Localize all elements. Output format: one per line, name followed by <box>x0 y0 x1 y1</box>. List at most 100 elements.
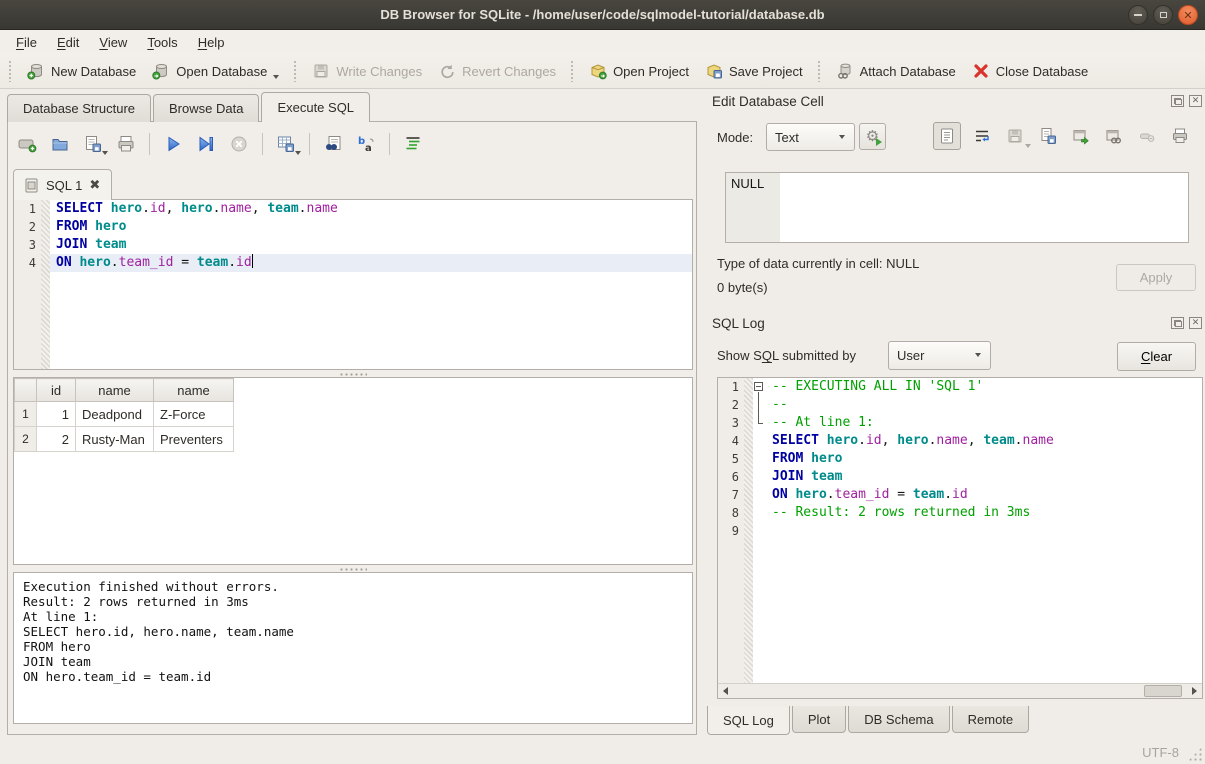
execute-line-button[interactable] <box>195 133 217 155</box>
maximize-icon[interactable] <box>1153 5 1173 25</box>
scroll-left-icon[interactable] <box>718 684 733 698</box>
print-sql-button[interactable] <box>115 133 137 155</box>
cell-team-name[interactable]: Preventers <box>154 427 234 452</box>
save-project-icon <box>705 62 723 80</box>
log-filter-select[interactable]: User <box>888 341 991 370</box>
results-column-header[interactable]: name <box>154 379 234 402</box>
toolbar-separator <box>149 133 150 155</box>
dock-tab-bar: SQL Log Plot DB Schema Remote <box>707 706 1031 735</box>
close-panel-icon[interactable]: ✕ <box>1189 317 1202 329</box>
new-sql-tab-button[interactable] <box>16 133 38 155</box>
replace-button[interactable]: ba <box>355 133 377 155</box>
scroll-right-icon[interactable] <box>1187 684 1202 698</box>
clear-log-button[interactable]: Clear <box>1117 342 1196 371</box>
open-database-button[interactable]: Open Database <box>144 57 287 85</box>
tab-execute-sql[interactable]: Execute SQL <box>261 92 370 122</box>
window-title: DB Browser for SQLite - /home/user/code/… <box>380 7 824 22</box>
close-database-icon <box>972 62 990 80</box>
link-cell-button[interactable] <box>1102 124 1126 148</box>
execute-all-button[interactable] <box>162 133 184 155</box>
tab-browse-data[interactable]: Browse Data <box>153 94 259 122</box>
tab-remote[interactable]: Remote <box>952 706 1030 733</box>
close-database-button[interactable]: Close Database <box>964 57 1097 85</box>
window-titlebar: DB Browser for SQLite - /home/user/code/… <box>0 0 1205 30</box>
table-row[interactable]: 2 2 Rusty-Man Preventers <box>15 427 234 452</box>
toolbar-separator <box>309 133 310 155</box>
log-filter-label: Show SQL submitted by <box>717 348 856 363</box>
format-sql-button[interactable] <box>402 133 424 155</box>
float-panel-icon[interactable] <box>1171 317 1184 329</box>
mode-select[interactable]: Text <box>766 123 855 151</box>
tab-plot[interactable]: Plot <box>792 706 846 733</box>
new-database-button[interactable]: New Database <box>19 57 144 85</box>
menu-help[interactable]: Help <box>188 32 235 53</box>
minimize-icon[interactable] <box>1128 5 1148 25</box>
save-results-button[interactable] <box>275 133 297 155</box>
menu-view[interactable]: View <box>89 32 137 53</box>
sql-editor-code: 1SELECT hero.id, hero.name, team.name2FR… <box>14 200 692 272</box>
cell-value-editor[interactable]: NULL <box>725 172 1189 243</box>
auto-apply-button[interactable]: ⚙ <box>859 123 886 150</box>
find-button[interactable] <box>322 133 344 155</box>
save-cell-button <box>1003 124 1027 148</box>
save-project-button[interactable]: Save Project <box>697 57 811 85</box>
revert-changes-button: Revert Changes <box>430 57 564 85</box>
sql-1-tab[interactable]: SQL 1 ✖ <box>13 169 112 200</box>
toolbar-separator <box>389 133 390 155</box>
cell-editor-toolbar <box>933 122 1192 150</box>
green-arrow-icon <box>876 138 882 146</box>
scrollbar-thumb[interactable] <box>1144 685 1182 697</box>
results-corner-header[interactable] <box>15 379 37 402</box>
open-database-dropdown-icon[interactable] <box>273 75 279 79</box>
mode-label: Mode: <box>717 130 753 145</box>
resize-grip[interactable] <box>1188 747 1202 761</box>
cell-hero-name[interactable]: Rusty-Man <box>76 427 154 452</box>
sql-editor[interactable]: 1SELECT hero.id, hero.name, team.name2FR… <box>13 199 693 370</box>
save-sql-file-button[interactable] <box>82 133 104 155</box>
status-bar: UTF-8 <box>0 740 1205 764</box>
close-sql-tab-icon[interactable]: ✖ <box>89 178 100 193</box>
chevron-down-icon <box>839 135 845 139</box>
save-sql-dropdown-icon[interactable] <box>102 151 108 155</box>
horizontal-scrollbar[interactable] <box>718 683 1202 698</box>
sql-editor-toolbar: ba <box>16 130 424 158</box>
row-header[interactable]: 2 <box>15 427 37 452</box>
toolbar-drag-handle[interactable] <box>8 60 13 82</box>
export-cell-button[interactable] <box>1069 124 1093 148</box>
word-wrap-button[interactable] <box>970 124 994 148</box>
menu-tools[interactable]: Tools <box>137 32 187 53</box>
import-cell-button[interactable] <box>1036 124 1060 148</box>
main-toolbar: New Database Open Database Write Changes… <box>0 54 1205 89</box>
open-sql-file-button[interactable] <box>49 133 71 155</box>
table-row[interactable]: 1 1 Deadpond Z-Force <box>15 402 234 427</box>
results-grid: id name name 1 1 Deadpond Z-Force 2 2 Ru… <box>13 377 693 565</box>
float-panel-icon[interactable] <box>1171 95 1184 107</box>
write-changes-button: Write Changes <box>304 57 430 85</box>
attach-database-button[interactable]: Attach Database <box>828 57 964 85</box>
menu-file[interactable]: File <box>6 32 47 53</box>
row-header[interactable]: 1 <box>15 402 37 427</box>
results-column-header[interactable]: name <box>76 379 154 402</box>
cell-team-name[interactable]: Z-Force <box>154 402 234 427</box>
cell-hero-name[interactable]: Deadpond <box>76 402 154 427</box>
close-icon[interactable]: ✕ <box>1178 5 1198 25</box>
tab-sql-log[interactable]: SQL Log <box>707 706 790 735</box>
menu-edit[interactable]: Edit <box>47 32 89 53</box>
cell-id[interactable]: 2 <box>37 427 76 452</box>
open-project-button[interactable]: Open Project <box>581 57 697 85</box>
close-panel-icon[interactable]: ✕ <box>1189 95 1202 107</box>
encoding-indicator: UTF-8 <box>1142 745 1179 760</box>
save-results-dropdown-icon[interactable] <box>295 151 301 155</box>
open-database-icon <box>152 62 170 80</box>
tab-database-structure[interactable]: Database Structure <box>7 94 151 122</box>
save-cell-dropdown-icon <box>1025 144 1031 148</box>
sql-document-icon <box>25 178 39 193</box>
menu-bar: File Edit View Tools Help <box>0 30 1205 54</box>
cell-value: NULL <box>731 176 764 191</box>
tab-db-schema[interactable]: DB Schema <box>848 706 949 733</box>
cell-id[interactable]: 1 <box>37 402 76 427</box>
text-mode-button[interactable] <box>933 122 961 150</box>
print-cell-button[interactable] <box>1168 124 1192 148</box>
results-column-header[interactable]: id <box>37 379 76 402</box>
attach-database-icon <box>836 62 854 80</box>
